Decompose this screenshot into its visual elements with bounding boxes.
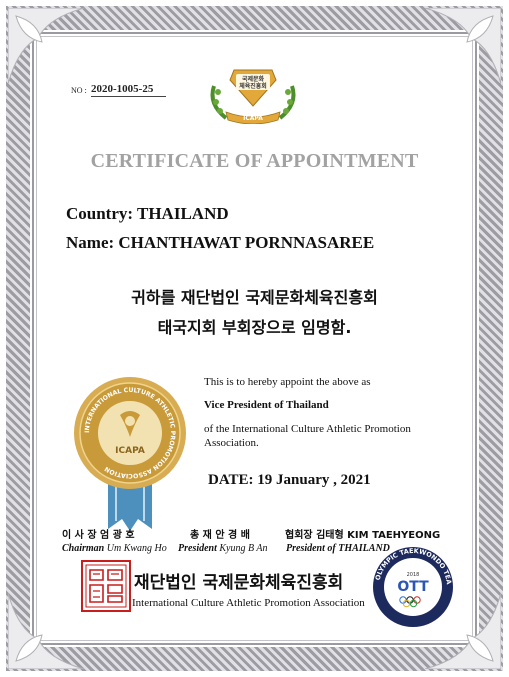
korean-appointment-line-1: 귀하를 재단법인 국제문화체육진흥회 xyxy=(131,288,378,307)
country-line: Country: THAILAND xyxy=(66,204,229,223)
certificate-number: 2020-1005-25 xyxy=(91,83,166,97)
icapa-emblem-logo: 국제문화 체육진흥회 ICAPA xyxy=(210,69,296,124)
certificate-page: NO : 2020-1005-25 국제문화 체육진흥회 ICAPA CERTI… xyxy=(0,0,509,677)
appointment-statement: This is to hereby appoint the above as xyxy=(204,376,371,388)
right-logo-year: 2018 xyxy=(407,572,420,578)
korean-appointment-line-2: 태국지회 부회장으로 임명함. xyxy=(157,318,352,337)
signature-thailand-president: 협회장 김태형 KIM TAEHYEONG xyxy=(285,530,441,541)
certificate-number-label: NO : xyxy=(71,86,87,95)
emblem-text-top: 국제문화 xyxy=(242,75,265,83)
name-line: Name: CHANTHAWAT PORNNASAREE xyxy=(66,233,375,252)
appointment-organization: of the International Culture Athletic Pr… xyxy=(204,423,411,449)
corner-ornament-top-left xyxy=(8,8,84,84)
emblem-text-bottom: 체육진흥회 xyxy=(239,82,267,90)
appointment-position: Vice President of Thailand xyxy=(204,399,329,411)
seal-center-label: ICAPA xyxy=(115,446,145,456)
corner-ornament-bottom-left xyxy=(8,593,84,669)
signature-president: 총 재 안 경 배 xyxy=(190,530,250,541)
corner-ornament-top-right xyxy=(425,8,501,84)
organization-korean-name: 재단법인 국제문화체육진흥회 xyxy=(134,573,344,593)
organization-english-name: International Culture Athletic Promotion… xyxy=(132,597,365,609)
red-stamp-logo xyxy=(81,560,131,612)
taekwondo-team-logo: OLYMPIC TAEKWONDO TEAM 2018 OTT xyxy=(372,546,453,627)
certificate-title: CERTIFICATE OF APPOINTMENT xyxy=(90,150,419,172)
gold-seal-badge: INTERNATIONAL CULTURE ATHLETIC PROMOTION… xyxy=(74,377,186,531)
president-label: President Kyung B An xyxy=(178,543,268,554)
chairman-label: Chairman Um Kwang Ho xyxy=(62,543,167,554)
emblem-ribbon-text: ICAPA xyxy=(243,115,263,122)
right-logo-center-text: OTT xyxy=(397,579,429,595)
signature-chairman: 이 사 장 엄 광 호 xyxy=(62,530,135,541)
certificate-date: DATE: 19 January , 2021 xyxy=(208,472,371,488)
